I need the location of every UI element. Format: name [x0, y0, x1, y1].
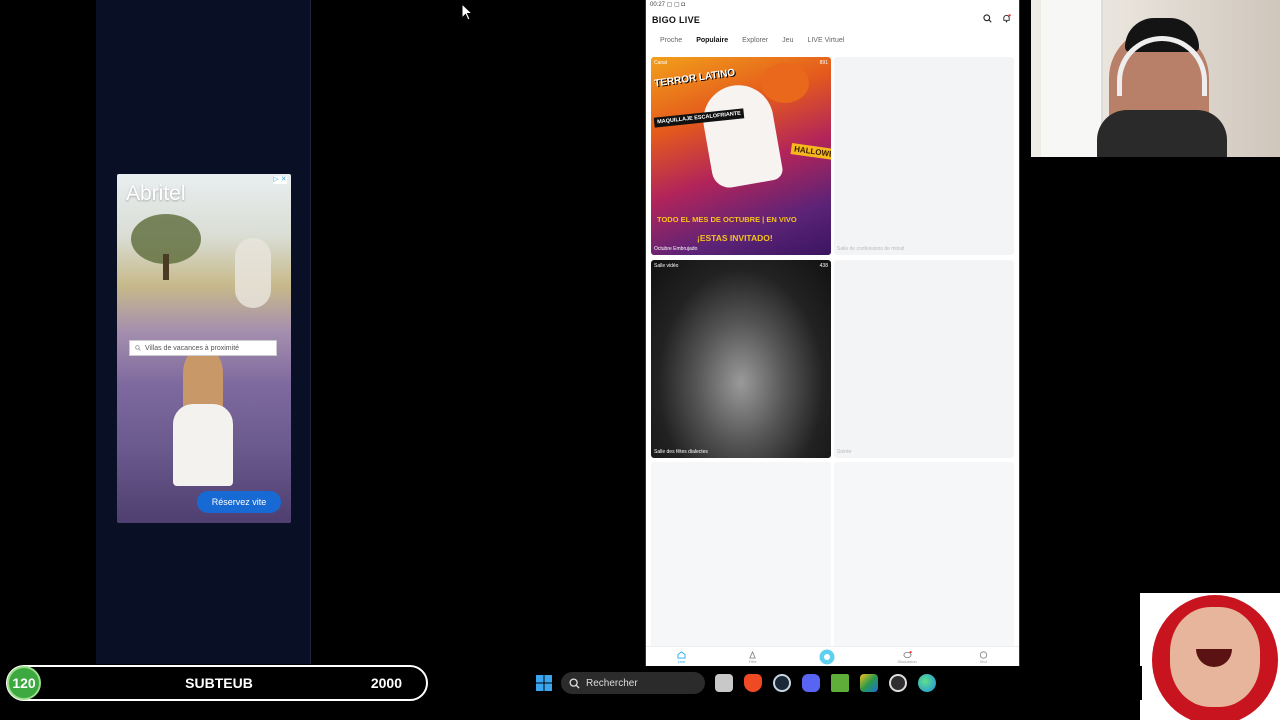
- ad-dress-image: [173, 404, 233, 486]
- tab-populaire[interactable]: Populaire: [696, 37, 728, 44]
- ad-logo: Abritel: [126, 182, 186, 205]
- search-icon: [569, 677, 580, 689]
- webcam-door: [1041, 0, 1103, 157]
- tab-jeu[interactable]: Jeu: [782, 37, 793, 44]
- go-live-icon: [819, 649, 835, 665]
- card-title: Soirée: [837, 449, 852, 455]
- app-title: BIGO LIVE: [652, 15, 701, 25]
- bell-icon[interactable]: [1002, 14, 1011, 23]
- category-tabs: Proche Populaire Explorer Jeu LIVE Virtu…: [660, 37, 844, 44]
- card-title: Salle des fêtes dialectes: [654, 449, 708, 455]
- ad-search-field[interactable]: Villas de vacances à proximité: [129, 340, 277, 356]
- taskbar-search[interactable]: Rechercher: [561, 672, 705, 694]
- webcam-feed: [1031, 0, 1280, 157]
- chat-icon: [903, 650, 912, 658]
- discord-icon[interactable]: [802, 674, 820, 692]
- nav-fete[interactable]: Fête: [748, 650, 757, 664]
- tab-explorer[interactable]: Explorer: [742, 37, 768, 44]
- taskbar: Rechercher: [430, 666, 1142, 700]
- profile-icon: [979, 650, 988, 659]
- viewer-count: 891: [819, 60, 828, 66]
- home-icon: [677, 650, 686, 659]
- live-card[interactable]: Soirée: [834, 260, 1014, 458]
- streamer-shirt: [1097, 110, 1227, 157]
- sub-goal-target: 2000: [370, 675, 402, 691]
- file-explorer-icon[interactable]: [715, 674, 733, 692]
- ad-search-placeholder: Villas de vacances à proximité: [145, 344, 240, 352]
- live-card[interactable]: [834, 462, 1014, 660]
- tab-proche[interactable]: Proche: [660, 37, 682, 44]
- card-tag: Salle vidéo: [654, 263, 679, 269]
- ad-couple-image: [235, 238, 271, 308]
- brave-icon[interactable]: [744, 674, 762, 692]
- nav-live[interactable]: Live: [677, 650, 686, 664]
- mouse-cursor-icon: [461, 3, 473, 21]
- nav-label: Live: [677, 658, 686, 664]
- ad-choices-icon[interactable]: ▷ ✕: [273, 176, 287, 184]
- party-icon: [749, 650, 757, 659]
- steam-icon[interactable]: [773, 674, 791, 692]
- poster-invite: ¡ESTAS INVITADO!: [697, 233, 773, 243]
- live-card[interactable]: [651, 462, 831, 660]
- nav-go-live[interactable]: [819, 649, 835, 665]
- sub-goal-bar: 120 SUBTEUB 2000: [6, 665, 428, 701]
- nav-label: Discussion: [897, 658, 917, 664]
- bluestacks-icon[interactable]: [860, 674, 878, 692]
- live-card[interactable]: Salle de confessions de minuit: [834, 57, 1014, 255]
- minecraft-icon[interactable]: [831, 674, 849, 692]
- obs-icon[interactable]: [889, 674, 907, 692]
- poster-halloween: HALLOWEEN: [790, 143, 831, 162]
- search-icon: [135, 345, 141, 351]
- phone-status-bar: 00:27 ▢ ▢ ◘: [650, 2, 685, 8]
- abritel-ad-banner[interactable]: Abritel ▷ ✕ Villas de vacances à proximi…: [117, 174, 291, 523]
- windows-icon[interactable]: [536, 675, 552, 691]
- nav-label: Fête: [748, 658, 757, 664]
- card-title: Octubre Embrujado: [654, 246, 698, 252]
- search-icon[interactable]: [983, 14, 992, 23]
- live-card[interactable]: Salle vidéo 438 Salle des fêtes dialecte…: [651, 260, 831, 458]
- bottom-navigation: Live Fête Discussion Moi: [646, 646, 1019, 667]
- poster-dates: TODO EL MES DE OCTUBRE | EN VIVO: [657, 215, 797, 224]
- nav-label: Moi: [980, 658, 987, 664]
- ad-tree-trunk: [163, 254, 169, 280]
- ad-girl-image: [183, 349, 223, 409]
- nav-moi[interactable]: Moi: [979, 650, 988, 664]
- pumpkin-image: [761, 63, 809, 103]
- card-title: Salle de confessions de minuit: [837, 246, 905, 252]
- viewer-count: 438: [819, 263, 828, 269]
- top-icons: [983, 14, 1011, 23]
- sub-goal-label: SUBTEUB: [185, 675, 253, 691]
- live-card[interactable]: TERROR LATINO MAQUILLAJE ESCALOFRIANTE H…: [651, 57, 831, 255]
- taskbar-search-label: Rechercher: [586, 677, 638, 689]
- tab-live-virtuel[interactable]: LIVE Virtuel: [807, 37, 844, 44]
- facecam-overlay: [1140, 593, 1280, 720]
- reserve-button[interactable]: Réservez vite: [197, 491, 281, 513]
- nav-discussion[interactable]: Discussion: [897, 650, 917, 664]
- edge-icon[interactable]: [918, 674, 936, 692]
- poster-headline: TERROR LATINO: [653, 67, 736, 90]
- card-tag: Canal: [654, 60, 668, 66]
- phone-mirror-window[interactable]: 00:27 ▢ ▢ ◘ BIGO LIVE Proche Populaire E…: [645, 0, 1020, 667]
